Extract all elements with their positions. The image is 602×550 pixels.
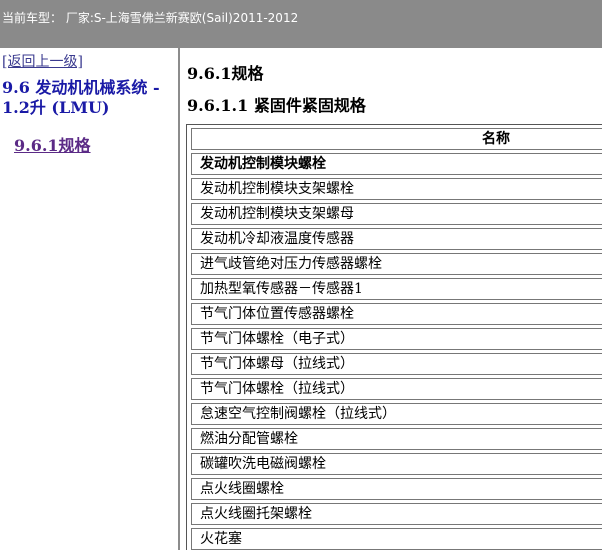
top-bar: 当前车型： 厂家:S-上海雪佛兰新赛欧(Sail)2011-2012 [0,0,602,48]
table-row: 碳罐吹洗电磁阀螺栓 [191,453,602,475]
fastener-table: 名称 发动机控制模块螺栓 发动机控制模块支架螺栓 发动机控制模块支架螺母 发动机… [186,124,602,550]
table-row: 进气歧管绝对压力传感器螺栓 [191,253,602,275]
table-row: 节气门体螺栓（拉线式） [191,378,602,400]
table-header-name: 名称 [191,128,602,150]
current-vehicle-label: 当前车型： 厂家:S-上海雪佛兰新赛欧(Sail)2011-2012 [2,11,299,25]
table-row: 节气门体位置传感器螺栓 [191,303,602,325]
page-subheading: 9.6.1.1 紧固件紧固规格 [187,96,366,115]
table-row: 火花塞 [191,528,602,550]
left-nav-pane: [返回上一级] 9.6 发动机机械系统 - 1.2升 (LMU) 9.6.1规格 [0,48,178,550]
content-pane: 9.6.1规格 9.6.1.1 紧固件紧固规格 名称 发动机控制模块螺栓 发动机… [180,48,602,550]
nav-link-specifications[interactable]: 9.6.1规格 [14,132,91,156]
section-title: 9.6 发动机机械系统 - 1.2升 (LMU) [2,78,160,117]
table-row: 发动机控制模块支架螺母 [191,203,602,225]
table-row: 发动机控制模块螺栓 [191,153,602,175]
table-row: 节气门体螺栓（电子式） [191,328,602,350]
page-heading: 9.6.1规格 [187,64,264,83]
table-row: 发动机冷却液温度传感器 [191,228,602,250]
table-row: 加热型氧传感器－传感器1 [191,278,602,300]
table-row: 燃油分配管螺栓 [191,428,602,450]
table-row: 怠速空气控制阀螺栓（拉线式） [191,403,602,425]
back-link[interactable]: [返回上一级] [2,51,83,71]
table-row: 发动机控制模块支架螺栓 [191,178,602,200]
table-row: 点火线圈螺栓 [191,478,602,500]
table-row: 节气门体螺母（拉线式） [191,353,602,375]
table-row: 点火线圈托架螺栓 [191,503,602,525]
